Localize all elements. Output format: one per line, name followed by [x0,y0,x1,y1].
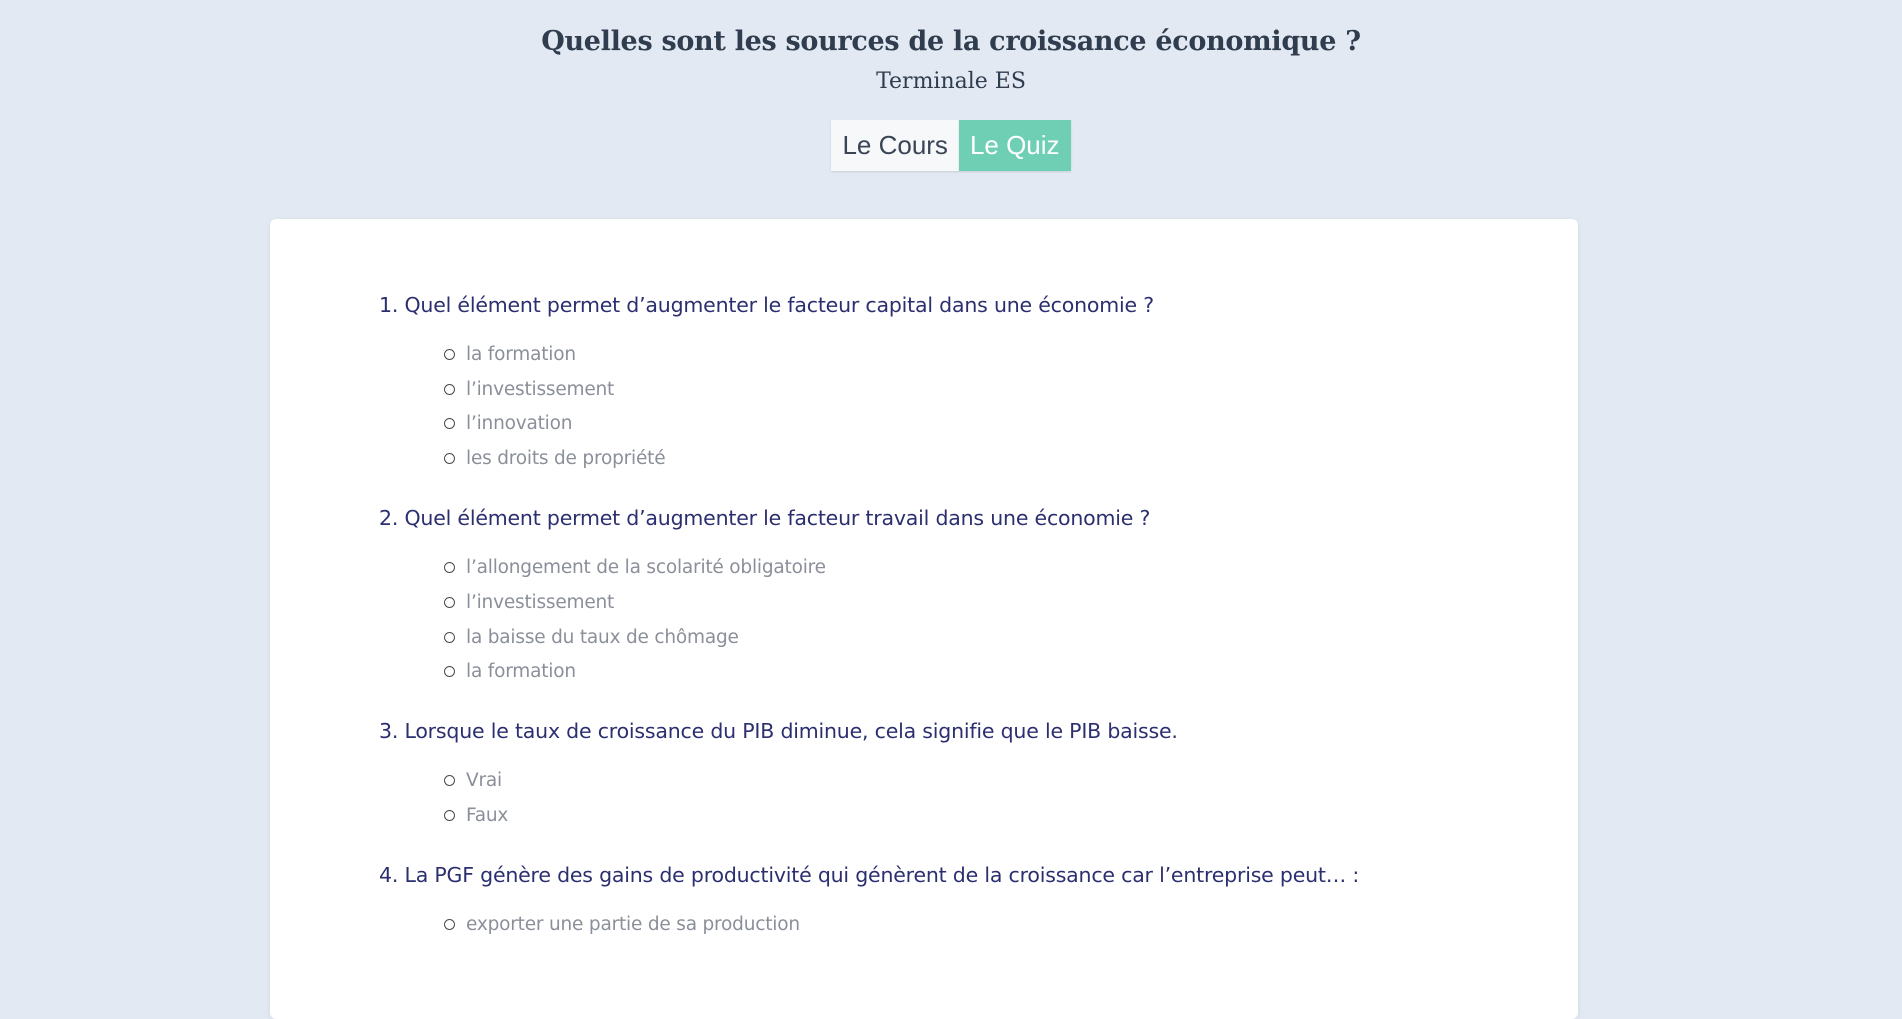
option-item[interactable]: la baisse du taux de chômage [444,620,1538,655]
option-label: exporter une partie de sa production [466,913,800,935]
radio-button[interactable] [444,810,455,822]
tab-le-cours[interactable]: Le Cours [831,120,959,171]
page-header: Quelles sont les sources de la croissanc… [0,0,1902,171]
radio-button[interactable] [444,596,455,608]
option-label: la formation [466,661,576,683]
question-text: 1. Quel élément permet d’augmenter le fa… [379,293,1154,317]
question-text: 2. Quel élément permet d’augmenter le fa… [379,506,1151,531]
option-item[interactable]: l’allongement de la scolarité obligatoir… [444,550,1538,585]
option-item[interactable]: les droits de propriété [444,441,1538,476]
radio-button[interactable] [444,348,455,360]
tab-le-quiz[interactable]: Le Quiz [958,120,1071,171]
quiz-card: 1. Quel élément permet d’augmenter le fa… [270,219,1578,1019]
option-label: les droits de propriété [466,448,666,470]
radio-button[interactable] [444,666,455,678]
option-list: exporter une partie de sa production [379,907,1538,942]
option-item[interactable]: exporter une partie de sa production [444,907,1538,942]
radio-button[interactable] [444,383,455,395]
option-label: Faux [466,805,509,827]
option-label: la formation [466,343,576,365]
option-label: la baisse du taux de chômage [466,626,739,648]
question-3: 3. Lorsque le taux de croissance du PIB … [379,719,1538,833]
option-list: l’allongement de la scolarité obligatoir… [379,550,1538,689]
option-item[interactable]: l’investissement [444,585,1538,620]
option-item[interactable]: la formation [444,655,1538,690]
radio-button[interactable] [444,562,455,574]
option-label: l’investissement [466,591,615,613]
radio-button[interactable] [444,918,455,930]
question-text: 3. Lorsque le taux de croissance du PIB … [379,719,1178,744]
option-item[interactable]: l’innovation [444,407,1538,442]
option-label: Vrai [466,770,502,792]
option-label: l’investissement [466,378,615,400]
tab-bar: Le Cours Le Quiz [0,120,1902,171]
option-label: l’allongement de la scolarité obligatoir… [466,557,826,579]
option-item[interactable]: l’investissement [444,372,1538,407]
question-2: 2. Quel élément permet d’augmenter le fa… [379,506,1538,689]
radio-button[interactable] [444,775,455,787]
option-item[interactable]: Vrai [444,763,1538,798]
question-1: 1. Quel élément permet d’augmenter le fa… [379,293,1538,476]
radio-button[interactable] [444,631,455,643]
option-label: l’innovation [466,413,573,435]
question-text: 4. La PGF génère des gains de productivi… [379,862,1360,887]
radio-button[interactable] [444,418,455,430]
page-title: Quelles sont les sources de la croissanc… [541,26,1361,57]
option-item[interactable]: Faux [444,798,1538,833]
question-4: 4. La PGF génère des gains de productivi… [379,863,1538,942]
option-list: Vrai Faux [379,763,1538,833]
page-subtitle: Terminale ES [876,69,1026,94]
quiz-questions: 1. Quel élément permet d’augmenter le fa… [379,293,1538,972]
option-item[interactable]: la formation [444,337,1538,372]
option-list: la formation l’investissement l’innovati… [379,337,1538,476]
radio-button[interactable] [444,453,455,465]
